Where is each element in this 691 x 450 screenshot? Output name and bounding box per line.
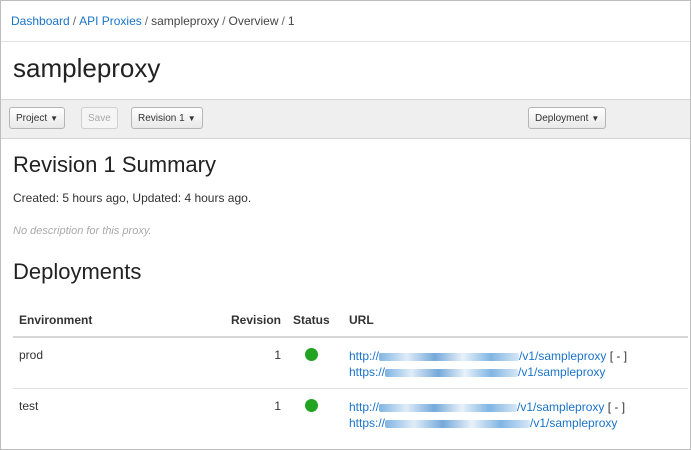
caret-down-icon: ▼ — [187, 114, 196, 123]
url-prefix: https:// — [349, 365, 386, 379]
deployments-title: Deployments — [13, 259, 142, 284]
breadcrumb-api-proxies[interactable]: API Proxies — [79, 14, 142, 28]
revision-cell: 1 — [195, 388, 287, 439]
https-url-link[interactable]: https:// /v1/sampleproxy — [349, 365, 605, 379]
table-header-row: Environment Revision Status URL — [13, 305, 688, 338]
page-title: sampleproxy — [13, 53, 161, 83]
project-label: Project — [16, 113, 48, 124]
breadcrumb-proxy: sampleproxy — [151, 14, 220, 28]
deployment-dropdown-button[interactable]: Deployment ▼ — [528, 107, 607, 129]
redacted-host — [385, 368, 519, 377]
column-header-environment: Environment — [13, 305, 195, 338]
url-cell: http:// /v1/sampleproxy [ - ] https:// /v1… — [343, 336, 688, 389]
breadcrumb-revision: 1 — [287, 14, 295, 28]
https-url-link[interactable]: https:// /v1/sampleproxy — [349, 416, 617, 430]
breadcrumb-overview: Overview — [228, 14, 279, 28]
url-suffix: /v1/sampleproxy — [518, 365, 606, 379]
http-url-link[interactable]: http:// /v1/sampleproxy — [349, 400, 604, 414]
breadcrumb-separator: / — [281, 14, 285, 28]
toolbar: Project ▼ Save Revision 1 ▼ Deployment ▼ — [1, 99, 690, 139]
column-header-url: URL — [343, 305, 688, 338]
url-suffix: /v1/sampleproxy — [530, 416, 618, 430]
summary-title: Revision 1 Summary — [13, 152, 216, 177]
environment-cell: test — [13, 388, 195, 439]
undeploy-toggle[interactable]: [ - ] — [608, 400, 625, 414]
divider — [1, 41, 690, 42]
url-suffix: /v1/sampleproxy — [517, 400, 605, 414]
breadcrumb-separator: / — [72, 14, 77, 28]
url-prefix: http:// — [349, 400, 380, 414]
column-header-status: Status — [287, 305, 343, 338]
redacted-host — [379, 403, 518, 412]
table-row: prod 1 http:// /v1/sampleproxy [ - ] http… — [13, 336, 688, 389]
page-frame: Dashboard / API Proxies / sampleproxy / Overvi… — [0, 0, 691, 450]
status-cell — [287, 388, 343, 439]
summary-meta: Created: 5 hours ago, Updated: 4 hours a… — [13, 191, 252, 205]
url-prefix: https:// — [349, 416, 386, 430]
url-cell: http:// /v1/sampleproxy [ - ] https:// /v1… — [343, 388, 688, 439]
status-deployed-icon — [305, 399, 318, 412]
project-dropdown-button[interactable]: Project ▼ — [9, 107, 66, 129]
breadcrumb-dashboard[interactable]: Dashboard — [11, 14, 70, 28]
deployment-label: Deployment — [535, 113, 589, 124]
deployments-table: Environment Revision Status URL prod 1 h… — [13, 305, 688, 439]
caret-down-icon: ▼ — [591, 114, 600, 123]
redacted-host — [379, 352, 520, 361]
table-row: test 1 http:// /v1/sampleproxy [ - ] http… — [13, 388, 688, 439]
breadcrumb: Dashboard / API Proxies / sampleproxy / Overvi… — [11, 14, 295, 28]
breadcrumb-separator: / — [144, 14, 149, 28]
undeploy-toggle[interactable]: [ - ] — [610, 349, 627, 363]
url-prefix: http:// — [349, 349, 380, 363]
caret-down-icon: ▼ — [50, 114, 59, 123]
revision-label: Revision 1 — [138, 113, 185, 124]
revision-dropdown-button[interactable]: Revision 1 ▼ — [131, 107, 203, 129]
redacted-host — [385, 419, 531, 428]
status-cell — [287, 336, 343, 389]
environment-cell: prod — [13, 336, 195, 389]
save-button[interactable]: Save — [81, 107, 118, 129]
status-deployed-icon — [305, 348, 318, 361]
url-suffix: /v1/sampleproxy — [519, 349, 607, 363]
summary-description: No description for this proxy. — [13, 225, 152, 237]
column-header-revision: Revision — [195, 305, 287, 338]
http-url-link[interactable]: http:// /v1/sampleproxy — [349, 349, 606, 363]
revision-cell: 1 — [195, 336, 287, 389]
